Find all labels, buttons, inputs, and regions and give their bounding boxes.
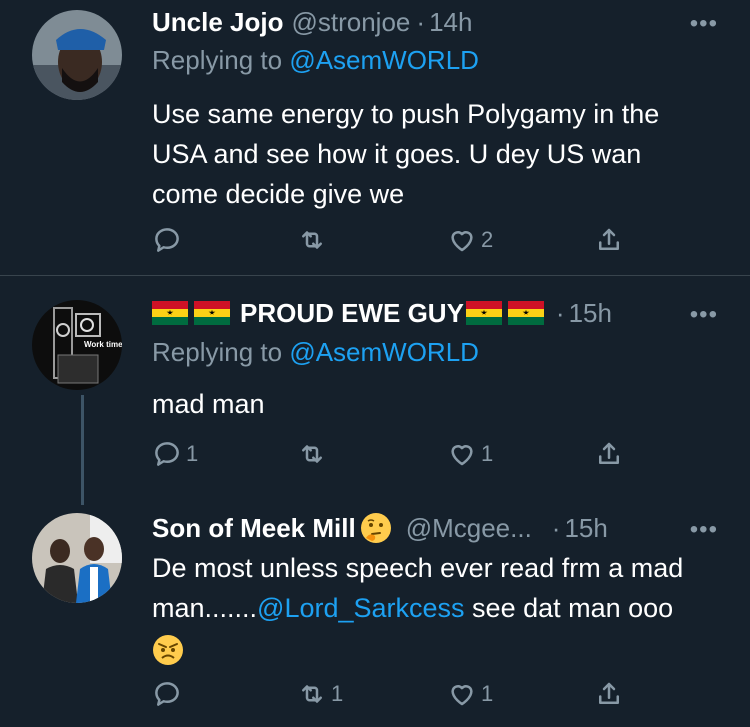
retweet-button[interactable]: 1 [297, 676, 343, 712]
retweet-button[interactable] [297, 222, 331, 258]
reply-mention[interactable]: @AsemWORLD [289, 45, 479, 75]
timestamp[interactable]: 15h [564, 513, 607, 544]
replying-label: Replying to [152, 337, 283, 367]
like-button[interactable]: 1 [447, 676, 493, 712]
separator-dot: · [551, 512, 561, 543]
avatar-caption: Work time [84, 340, 122, 349]
separator-dot: · [555, 297, 565, 328]
share-icon [599, 682, 619, 704]
thread-line [81, 395, 84, 505]
tweet-mention[interactable]: @Lord_Sarkcess [257, 593, 465, 623]
like-count: 2 [481, 227, 494, 252]
more-icon[interactable]: ••• [690, 516, 718, 544]
reply-mention[interactable]: @AsemWORLD [289, 337, 479, 367]
like-button[interactable]: 2 [447, 222, 493, 258]
retweet-count: 1 [331, 681, 344, 706]
retweet-icon [302, 685, 322, 703]
reply-button[interactable]: 1 [152, 436, 198, 472]
replying-to: Replying to @AsemWORLD [152, 45, 479, 76]
timestamp[interactable]: 15h [569, 298, 612, 329]
retweet-button[interactable] [297, 436, 331, 472]
replying-to: Replying to @AsemWORLD [152, 337, 479, 368]
retweet-icon [302, 445, 322, 463]
separator-dot: · [416, 6, 426, 37]
angry-face-emoji [152, 634, 184, 666]
like-icon [451, 231, 473, 252]
ghana-flag-icon [194, 301, 230, 325]
like-icon [451, 685, 473, 706]
avatar[interactable]: Work time [32, 300, 122, 390]
user-handle[interactable]: @Mcgee... [406, 513, 532, 544]
thinking-face-emoji [360, 512, 392, 544]
share-button[interactable] [594, 436, 624, 472]
display-name[interactable]: Uncle Jojo [152, 7, 283, 38]
reply-icon [155, 682, 179, 706]
action-bar: 2 [152, 222, 632, 258]
reply-icon [155, 442, 179, 466]
display-name[interactable]: PROUD EWE GUY [240, 298, 464, 329]
like-button[interactable]: 1 [447, 436, 493, 472]
like-icon [451, 445, 473, 466]
reply-button[interactable] [152, 222, 186, 258]
ghana-flag-icon [465, 301, 502, 325]
divider [0, 275, 750, 276]
user-handle[interactable]: @stronjoe [291, 7, 410, 38]
tweet-text: De most unless speech ever read frm a ma… [152, 548, 712, 668]
like-count: 1 [481, 441, 494, 466]
share-icon [599, 228, 619, 250]
retweet-icon [302, 231, 322, 249]
reply-button[interactable] [152, 676, 186, 712]
like-count: 1 [481, 681, 494, 706]
share-icon [599, 442, 619, 464]
tweet-text-part: see dat man ooo [464, 593, 674, 623]
more-icon[interactable]: ••• [690, 301, 718, 329]
avatar[interactable] [32, 10, 122, 100]
tweet-text: mad man [152, 389, 265, 419]
replying-label: Replying to [152, 45, 283, 75]
tweet-text: Use same energy to push Polygamy in the … [152, 99, 660, 209]
reply-icon [155, 228, 179, 252]
ghana-flag-icon [152, 301, 188, 325]
share-button[interactable] [594, 222, 624, 258]
share-button[interactable] [594, 676, 624, 712]
avatar[interactable] [32, 513, 122, 603]
reply-count: 1 [186, 441, 199, 466]
action-bar: 1 1 [152, 436, 632, 472]
display-name[interactable]: Son of Meek Mill [152, 513, 356, 544]
action-bar: 1 1 [152, 676, 632, 712]
ghana-flag-icon [507, 301, 544, 325]
more-icon[interactable]: ••• [690, 10, 718, 38]
timestamp[interactable]: 14h [429, 7, 472, 38]
